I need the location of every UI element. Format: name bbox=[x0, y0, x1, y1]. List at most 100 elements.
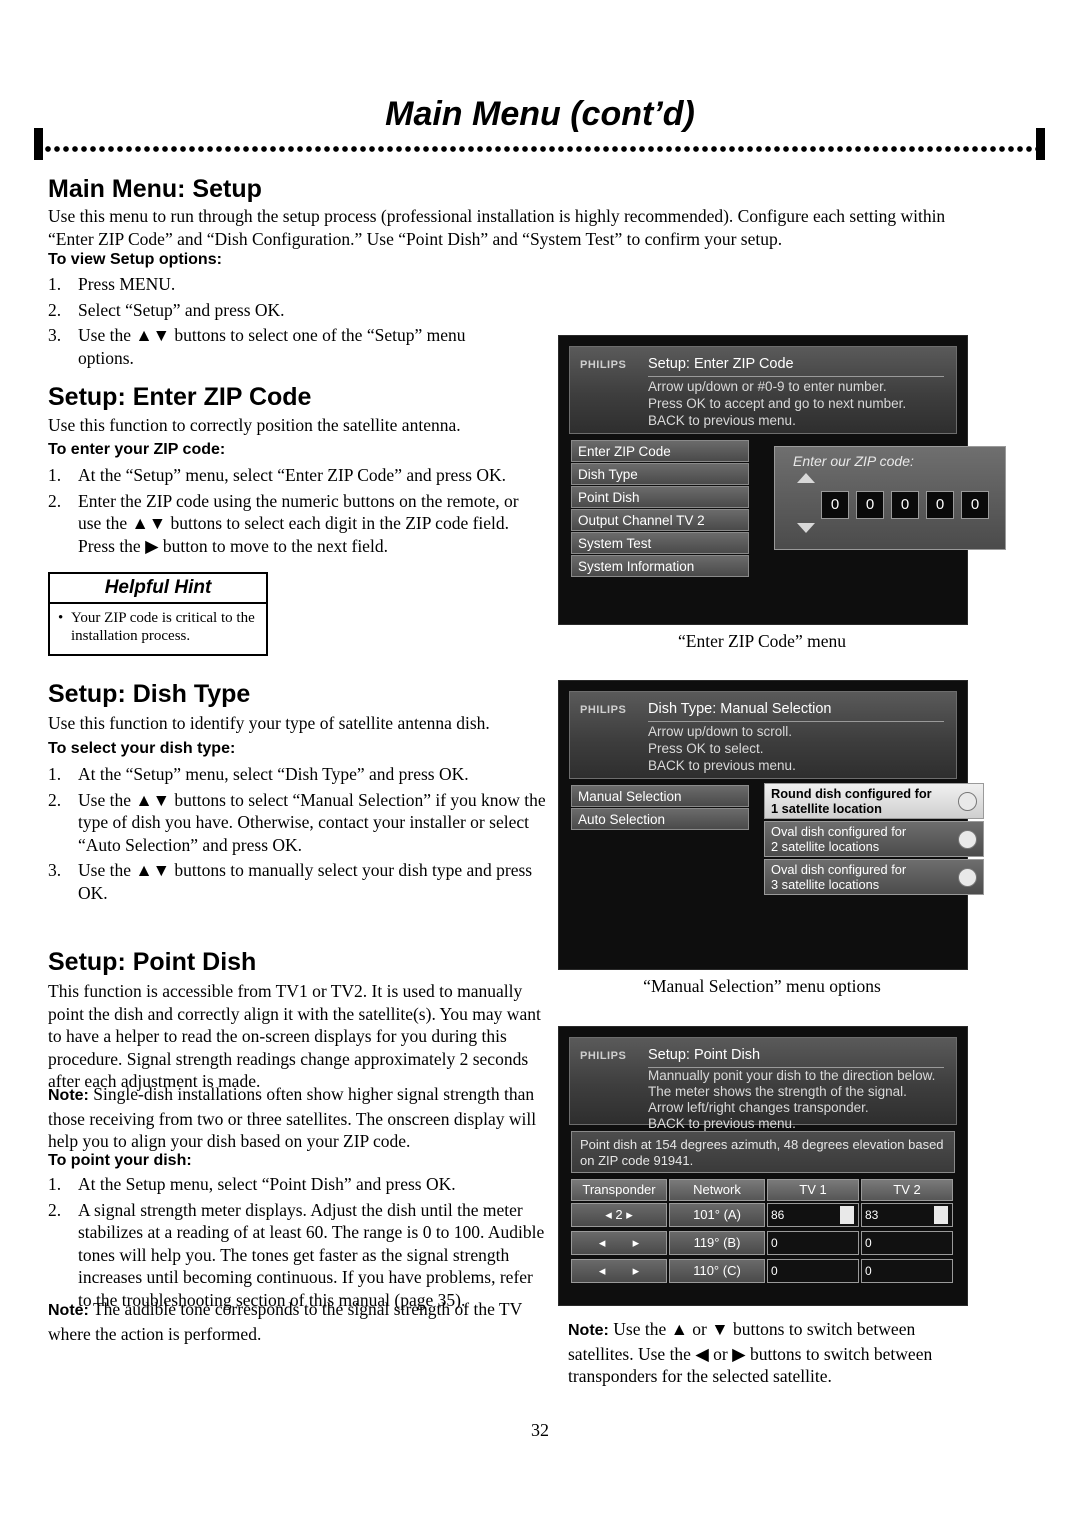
zip-steps-lead: To enter your ZIP code: bbox=[48, 441, 226, 458]
list-item: 3. Use the ▲▼ buttons to select one of th… bbox=[48, 325, 466, 368]
point-dish-direction-note: Point dish at 154 degrees azimuth, 48 de… bbox=[571, 1131, 955, 1173]
list-item: 2. Use the ▲▼ buttons to select “Manual S… bbox=[48, 789, 546, 855]
zip-help-line-2: Press OK to accept and go to next number… bbox=[648, 396, 907, 411]
zip-help-line-1: Arrow up/down or #0-9 to enter number. bbox=[648, 379, 887, 394]
transponder-right-arrow-icon[interactable]: ▸ bbox=[633, 1235, 640, 1250]
header-tv1: TV 1 bbox=[767, 1179, 859, 1201]
arrow-down-icon[interactable] bbox=[797, 523, 815, 533]
dish-steps-list: 1. At the “Setup” menu, select “Dish Type… bbox=[48, 763, 546, 907]
point-help-line-2: The meter shows the strength of the sign… bbox=[648, 1084, 907, 1099]
caption-enter-zip: “Enter ZIP Code” menu bbox=[678, 631, 846, 651]
zip-digit-4[interactable]: 0 bbox=[926, 491, 954, 519]
arrow-up-icon[interactable] bbox=[797, 473, 815, 483]
dish-steps-lead: To select your dish type: bbox=[48, 740, 236, 757]
point-dish-signal-table: Transponder Network TV 1 TV 2 ◂ 2 ▸ 101°… bbox=[571, 1179, 955, 1295]
zip-digit-2[interactable]: 0 bbox=[856, 491, 884, 519]
header-dotted-rule bbox=[44, 145, 1036, 154]
transponder-value: 2 bbox=[615, 1207, 623, 1222]
round-dish-icon bbox=[958, 792, 977, 811]
signal-meter-tv1: 0 bbox=[767, 1259, 859, 1283]
transponder-left-arrow-icon[interactable]: ◂ bbox=[599, 1263, 606, 1278]
heading-setup-dish-type: Setup: Dish Type bbox=[48, 680, 251, 708]
bullet-icon: • bbox=[58, 610, 64, 626]
helpful-hint-text: Your ZIP code is critical to the install… bbox=[71, 610, 255, 644]
signal-value-tv1: 0 bbox=[771, 1264, 778, 1278]
point-help-line-3: Arrow left/right changes transponder. bbox=[648, 1100, 869, 1115]
list-item: 2. A signal strength meter displays. Adju… bbox=[48, 1199, 545, 1310]
heading-main-menu-setup: Main Menu: Setup bbox=[48, 175, 262, 203]
caption-manual-selection: “Manual Selection” menu options bbox=[643, 976, 881, 996]
page-number: 32 bbox=[531, 1420, 549, 1440]
dish-option-line-1: Oval dish configured for bbox=[771, 824, 907, 839]
list-item: 2. Select “Setup” and press OK. bbox=[48, 299, 285, 320]
helpful-hint-box: Helpful Hint • Your ZIP code is critical… bbox=[48, 572, 268, 656]
screenshot-point-dish: PHILIPS Setup: Point Dish Mannually poni… bbox=[558, 1026, 968, 1306]
oval-dish-icon bbox=[958, 868, 977, 887]
menu-item-system-test[interactable]: System Test bbox=[571, 532, 749, 554]
screenshot-dish-type: PHILIPS Dish Type: Manual Selection Arro… bbox=[558, 680, 984, 970]
menu-item-system-information[interactable]: System Information bbox=[571, 555, 749, 577]
satellite-label: 119° (B) bbox=[669, 1231, 765, 1255]
zip-entry-panel: Enter our ZIP code: 0 0 0 0 0 bbox=[774, 446, 1006, 550]
list-item: 2. Enter the ZIP code using the numeric b… bbox=[48, 490, 519, 556]
dish-help-line-2: Press OK to select. bbox=[648, 741, 764, 756]
point-steps-list: 1. At the Setup menu, select “Point Dish”… bbox=[48, 1173, 548, 1314]
setup-steps-lead: To view Setup options: bbox=[48, 251, 222, 268]
note-label: Note: bbox=[48, 1087, 89, 1104]
table-row: ◂ ▸ 119° (B) 0 0 bbox=[571, 1231, 955, 1257]
note-label: Note: bbox=[568, 1322, 609, 1339]
menu-item-enter-zip-code[interactable]: Enter ZIP Code bbox=[571, 440, 749, 462]
transponder-left-arrow-icon[interactable]: ◂ bbox=[599, 1235, 606, 1250]
helpful-hint-title: Helpful Hint bbox=[50, 574, 266, 604]
dish-option-round-1-location[interactable]: Round dish configured for 1 satellite lo… bbox=[764, 783, 984, 819]
transponder-left-arrow-icon[interactable]: ◂ bbox=[605, 1207, 612, 1222]
dish-option-line-2: 2 satellite locations bbox=[771, 839, 880, 854]
list-item: 1. At the “Setup” menu, select “Dish Type… bbox=[48, 764, 469, 784]
satellite-label: 110° (C) bbox=[669, 1259, 765, 1283]
header-network: Network bbox=[669, 1179, 765, 1201]
transponder-stepper-row2[interactable]: ◂ ▸ bbox=[571, 1231, 667, 1255]
menu-item-dish-type[interactable]: Dish Type bbox=[571, 463, 749, 485]
dish-help-line-3: BACK to previous menu. bbox=[648, 758, 796, 773]
signal-meter-tv1: 0 bbox=[767, 1231, 859, 1255]
zip-entry-label: Enter our ZIP code: bbox=[793, 453, 914, 469]
transponder-stepper[interactable]: ◂ 2 ▸ bbox=[571, 1203, 667, 1227]
menu-item-output-channel-tv2[interactable]: Output Channel TV 2 bbox=[571, 509, 749, 531]
menu-item-auto-selection[interactable]: Auto Selection bbox=[571, 808, 749, 830]
screenshot-enter-zip-code: PHILIPS Setup: Enter ZIP Code Arrow up/d… bbox=[558, 335, 1006, 625]
header-transponder: Transponder bbox=[571, 1179, 667, 1201]
zip-intro: Use this function to correctly position … bbox=[48, 415, 461, 435]
table-row: ◂ 2 ▸ 101° (A) 86 83 bbox=[571, 1203, 955, 1229]
zip-digit-1[interactable]: 0 bbox=[821, 491, 849, 519]
signal-value-tv2: 0 bbox=[865, 1264, 872, 1278]
signal-value-tv1: 86 bbox=[771, 1208, 785, 1222]
list-item: 1. Press MENU. bbox=[48, 274, 176, 294]
transponder-stepper-row3[interactable]: ◂ ▸ bbox=[571, 1259, 667, 1283]
header-tv2: TV 2 bbox=[861, 1179, 953, 1201]
footer-note: Note: Use the ▲ or ▼ buttons to switch b… bbox=[568, 1319, 933, 1386]
signal-meter-tv2: 83 bbox=[861, 1203, 953, 1227]
list-item: 3. Use the ▲▼ buttons to manually select … bbox=[48, 860, 533, 903]
dish-option-oval-2-locations[interactable]: Oval dish configured for 2 satellite loc… bbox=[764, 821, 984, 857]
philips-logo: PHILIPS bbox=[580, 704, 627, 716]
menu-item-point-dish[interactable]: Point Dish bbox=[571, 486, 749, 508]
dish-option-oval-3-locations[interactable]: Oval dish configured for 3 satellite loc… bbox=[764, 859, 984, 895]
header-rule-left-cap bbox=[34, 128, 43, 160]
dish-option-line-2: 3 satellite locations bbox=[771, 877, 880, 892]
setup-intro: Use this menu to run through the setup p… bbox=[48, 206, 946, 249]
dish-help-line-1: Arrow up/down to scroll. bbox=[648, 724, 793, 739]
helpful-hint-body: • Your ZIP code is critical to the insta… bbox=[50, 604, 266, 645]
zip-help-line-3: BACK to previous menu. bbox=[648, 413, 796, 428]
heading-setup-point-dish: Setup: Point Dish bbox=[48, 948, 257, 976]
menu-item-manual-selection[interactable]: Manual Selection bbox=[571, 785, 749, 807]
point-steps-lead: To point your dish: bbox=[48, 1152, 192, 1169]
header-rule-right-cap bbox=[1036, 128, 1045, 160]
philips-logo: PHILIPS bbox=[580, 359, 627, 371]
dish-option-line-2: 1 satellite location bbox=[771, 801, 882, 816]
point-screen-header: PHILIPS Setup: Point Dish Mannually poni… bbox=[569, 1037, 957, 1131]
transponder-right-arrow-icon[interactable]: ▸ bbox=[633, 1263, 640, 1278]
zip-digit-5[interactable]: 0 bbox=[961, 491, 989, 519]
transponder-right-arrow-icon[interactable]: ▸ bbox=[626, 1207, 633, 1222]
zip-digit-3[interactable]: 0 bbox=[891, 491, 919, 519]
point-note-1: Note: Single-dish installations often sh… bbox=[48, 1084, 537, 1151]
